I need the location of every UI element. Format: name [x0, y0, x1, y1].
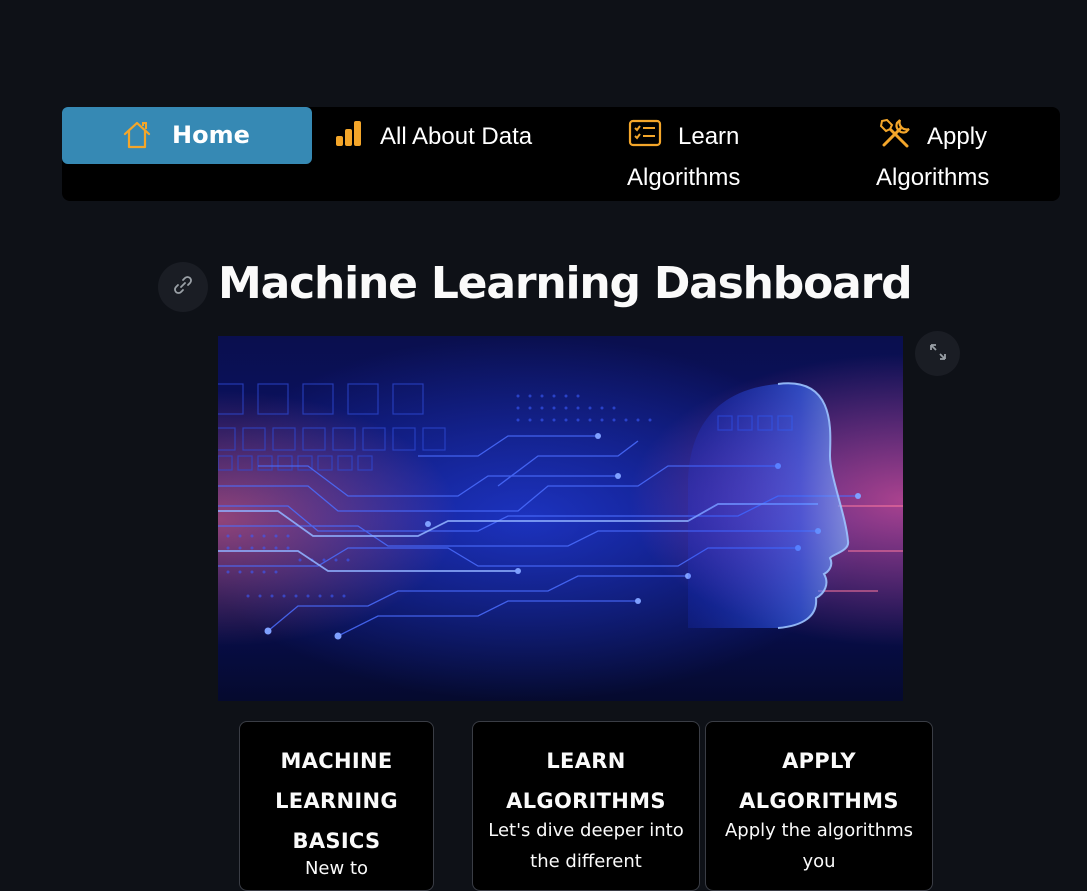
nav-item-all-about-data[interactable]: All About Data [312, 107, 562, 164]
card-text: Let's dive deeper into the different [488, 820, 684, 872]
fullscreen-button[interactable] [915, 331, 960, 376]
card-text: New to [304, 858, 369, 879]
page-title: Machine Learning Dashboard [218, 258, 913, 309]
hero-image-ai-head [218, 336, 903, 701]
card-title: MACHINE LEARNING BASICS [275, 749, 398, 853]
bar-chart-icon [334, 120, 364, 155]
link-icon [172, 274, 194, 300]
nav-label-learn-line1: Learn [678, 123, 740, 150]
nav-item-learn-algorithms[interactable]: Learn Algorithms [562, 107, 812, 201]
nav-item-home[interactable]: Home [62, 107, 312, 164]
nav-label-learn-algorithms: Learn Algorithms [627, 116, 787, 198]
card-machine-learning-basics: MACHINE LEARNING BASICS New to [239, 721, 434, 891]
nav-label-home: Home [172, 121, 250, 149]
nav-item-apply-algorithms[interactable]: Apply Algorithms [812, 107, 1060, 201]
card-text: Apply the algorithms you [724, 820, 914, 872]
heading-anchor-link[interactable] [158, 262, 208, 312]
fullscreen-icon [929, 343, 947, 365]
nav-label-all-about-data: All About Data [380, 123, 533, 150]
home-icon [122, 120, 152, 157]
nav-label-apply-algorithms: Apply Algorithms [876, 116, 1036, 198]
nav-label-apply-line1: Apply [927, 123, 988, 150]
nav-label-apply-line2: Algorithms [876, 164, 990, 191]
top-nav: Home All About Data Learn Algorithms App… [62, 107, 1060, 201]
card-learn-algorithms: LEARN ALGORITHMS Let's dive deeper into … [472, 721, 700, 891]
card-title: APPLY ALGORITHMS [739, 749, 899, 813]
card-title: LEARN ALGORITHMS [506, 749, 666, 813]
card-apply-algorithms: APPLY ALGORITHMS Apply the algorithms yo… [705, 721, 933, 891]
nav-label-learn-line2: Algorithms [627, 164, 741, 191]
